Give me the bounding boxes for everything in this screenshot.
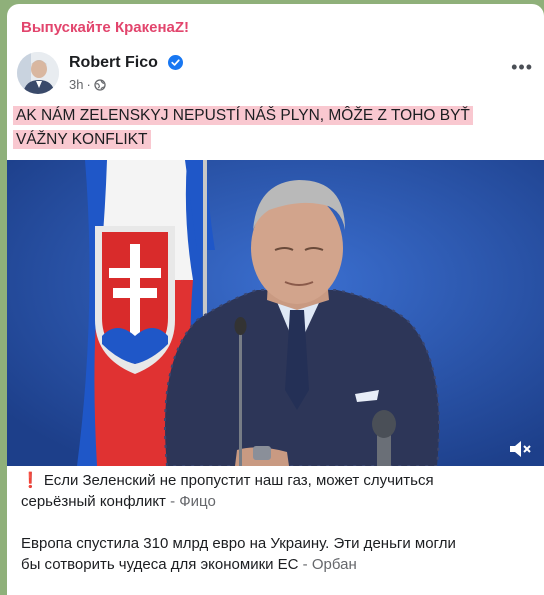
caption-source-1: - Фицо [165, 493, 216, 510]
caption-source-2: - Орбан [298, 556, 357, 573]
warning-icon: ❗ [21, 472, 40, 489]
post-video[interactable] [7, 160, 544, 466]
caption-line-4: бы сотворить чудеса для экономики ЕС [21, 556, 299, 573]
author-avatar[interactable] [17, 52, 59, 94]
mute-icon[interactable] [508, 438, 534, 460]
author-name[interactable]: Robert Fico [69, 54, 158, 72]
globe-icon [94, 78, 106, 91]
caption-paragraph-1: ❗ Если Зеленский не пропустит наш газ, м… [21, 470, 531, 512]
verified-icon [168, 55, 183, 70]
post-time: 3h [69, 77, 84, 92]
more-options-icon[interactable]: ••• [511, 58, 533, 76]
channel-name[interactable]: Выпускайте КракенаZ! [21, 19, 189, 36]
post-header: Robert Fico 3h · ••• [17, 52, 537, 96]
dot-separator: · [86, 77, 91, 92]
headline-line-2: VÁŽNY KONFLIKT [13, 130, 151, 149]
caption-line-2: серьёзный конфликт [21, 493, 166, 510]
post-meta: 3h · [69, 77, 106, 92]
caption-paragraph-2: Европа спустила 310 млрд евро на Украину… [21, 533, 531, 575]
caption-line-3: Европа спустила 310 млрд евро на Украину… [21, 535, 456, 552]
message-bubble: Выпускайте КракенаZ! Robert Fico 3h · ••… [7, 4, 544, 595]
caption-line-1: Если Зеленский не пропустит наш газ, мож… [43, 472, 434, 489]
headline-line-1: AK NÁM ZELENSKYJ NEPUSTÍ NÁŠ PLYN, MÔŽE … [13, 106, 473, 125]
post-caption: ❗ Если Зеленский не пропустит наш газ, м… [21, 470, 531, 575]
post-headline: AK NÁM ZELENSKYJ NEPUSTÍ NÁŠ PLYN, MÔŽE … [13, 104, 513, 152]
